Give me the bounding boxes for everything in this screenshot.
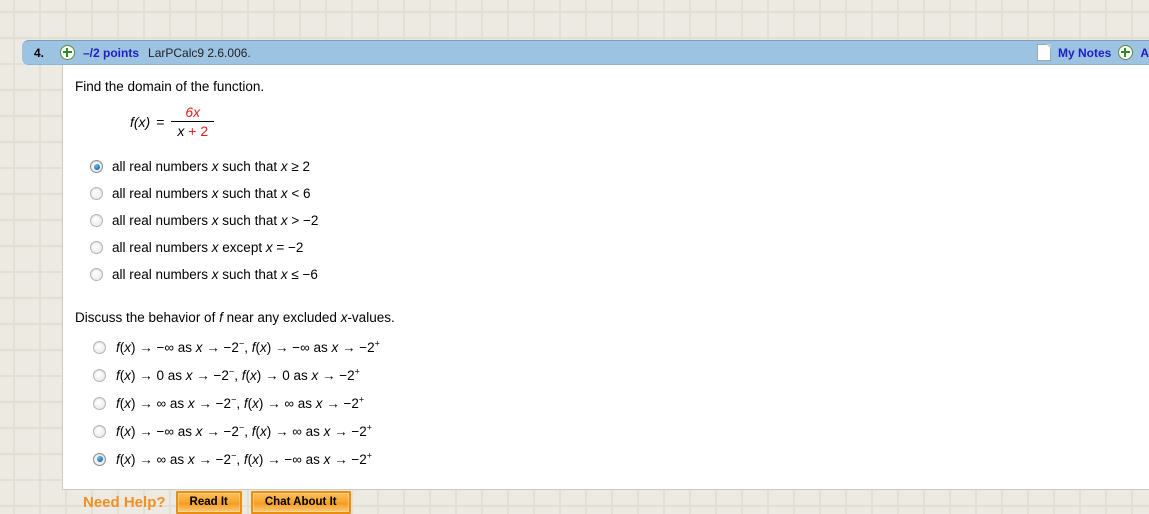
option-row[interactable]: all real numbers x except x = −2 <box>90 234 1149 261</box>
formula-variable: (x) <box>133 113 151 130</box>
option-row[interactable]: f(x) → −∞ as x → −2−, f(x) → ∞ as x → −2… <box>93 417 1149 445</box>
option-label: all real numbers x such that x > −2 <box>112 213 319 229</box>
option-label: all real numbers x such that x ≤ −6 <box>112 267 318 283</box>
radio-q1-option-1[interactable] <box>90 160 103 174</box>
read-it-button[interactable]: Read It <box>175 491 242 514</box>
question-content-panel: Find the domain of the function. f(x) = … <box>62 65 1149 514</box>
radio-q1-option-4[interactable] <box>90 241 103 255</box>
question2-options: f(x) → −∞ as x → −2−, f(x) → −∞ as x → −… <box>75 333 1149 473</box>
radio-q2-option-1[interactable] <box>93 340 106 354</box>
question-page: 4. –/2 points LarPCalc9 2.6.006. My Note… <box>0 0 1149 514</box>
option-label: all real numbers x such that x < 6 <box>112 186 311 202</box>
function-formula: f(x) = 6x x + 2 <box>130 104 1149 139</box>
option-label: f(x) → −∞ as x → −2−, f(x) → −∞ as x → −… <box>116 338 380 355</box>
option-label: f(x) → ∞ as x → −2−, f(x) → −∞ as x → −2… <box>116 450 373 467</box>
option-row[interactable]: f(x) → −∞ as x → −2−, f(x) → −∞ as x → −… <box>93 333 1149 361</box>
fraction-numerator: 6x <box>185 104 201 120</box>
radio-q2-option-5[interactable] <box>93 452 106 466</box>
radio-q2-option-2[interactable] <box>93 368 106 382</box>
header-actions: My Notes A <box>1036 44 1149 61</box>
my-notes-link[interactable]: My Notes <box>1058 46 1111 60</box>
option-label: f(x) → ∞ as x → −2−, f(x) → ∞ as x → −2+ <box>116 394 365 411</box>
chat-about-it-button[interactable]: Chat About It <box>250 491 351 514</box>
need-help-section: Need Help? Read It Chat About It <box>83 491 1149 514</box>
option-row[interactable]: f(x) → ∞ as x → −2−, f(x) → ∞ as x → −2+ <box>93 389 1149 417</box>
radio-q1-option-2[interactable] <box>90 187 103 201</box>
option-row[interactable]: all real numbers x such that x ≥ 2 <box>90 153 1149 180</box>
radio-q2-option-4[interactable] <box>93 424 106 438</box>
option-label: all real numbers x such that x ≥ 2 <box>112 159 311 175</box>
option-row[interactable]: all real numbers x such that x < 6 <box>90 180 1149 207</box>
option-row[interactable]: all real numbers x such that x ≤ −6 <box>90 261 1149 288</box>
ask-your-teacher-link[interactable]: A <box>1140 46 1149 60</box>
points-label: –/2 points <box>83 45 140 60</box>
fraction-denominator-constant: + 2 <box>184 123 209 140</box>
option-label: f(x) → 0 as x → −2−, f(x) → 0 as x → −2+ <box>116 366 360 383</box>
question1-options: all real numbers x such that x ≥ 2 all r… <box>75 153 1149 288</box>
add-note-icon[interactable] <box>1118 45 1134 60</box>
question-header-bar: 4. –/2 points LarPCalc9 2.6.006. My Note… <box>22 40 1149 65</box>
option-label: all real numbers x except x = −2 <box>112 240 304 256</box>
radio-q2-option-3[interactable] <box>93 396 106 410</box>
radio-q1-option-3[interactable] <box>90 214 103 228</box>
formula-equals: = <box>156 113 165 130</box>
option-label: f(x) → −∞ as x → −2−, f(x) → ∞ as x → −2… <box>116 422 373 439</box>
question-code: LarPCalc9 2.6.006. <box>148 45 251 60</box>
radio-q1-option-5[interactable] <box>90 268 103 282</box>
option-row[interactable]: f(x) → ∞ as x → −2−, f(x) → −∞ as x → −2… <box>93 445 1149 473</box>
question1-prompt: Find the domain of the function. <box>75 79 265 94</box>
expand-question-icon[interactable] <box>60 45 75 60</box>
option-row[interactable]: f(x) → 0 as x → −2−, f(x) → 0 as x → −2+ <box>93 361 1149 389</box>
question-number: 4. <box>34 45 45 60</box>
option-row[interactable]: all real numbers x such that x > −2 <box>90 207 1149 234</box>
document-icon <box>1036 44 1051 61</box>
question2-prompt: Discuss the behavior of f near any exclu… <box>75 310 395 326</box>
need-help-label: Need Help? <box>83 494 166 512</box>
formula-fraction: 6x x + 2 <box>171 104 215 140</box>
